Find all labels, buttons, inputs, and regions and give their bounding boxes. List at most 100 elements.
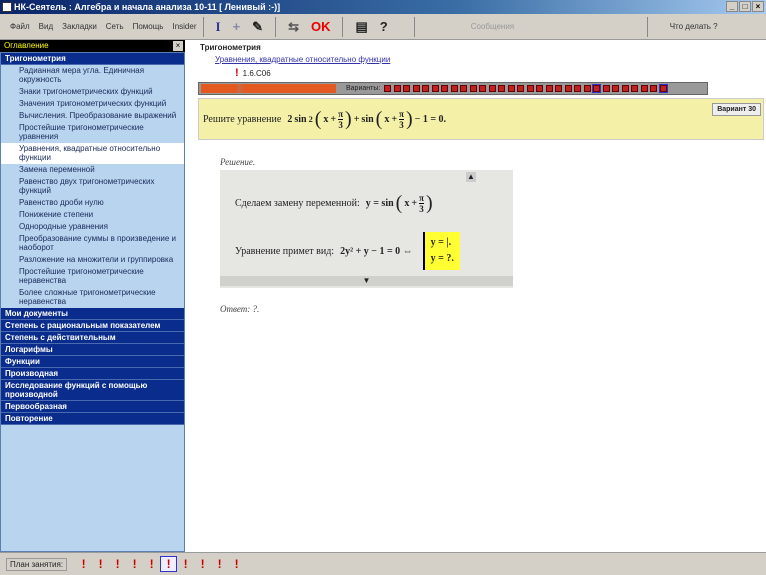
line2-math: 2y² + y − 1 = 0 ⇔ [340, 245, 413, 257]
breadcrumb-topic-link[interactable]: Уравнения, квадратные относительно функц… [215, 55, 390, 64]
variant-square[interactable] [621, 85, 629, 92]
sidebar-item[interactable]: Замена переменной [1, 164, 184, 176]
lesson-plan-item[interactable]: ! [109, 557, 126, 571]
variant-square[interactable] [592, 84, 602, 93]
sidebar-item[interactable]: Простейшие тригонометрические неравенств… [1, 266, 184, 287]
variant-square[interactable] [479, 85, 487, 92]
breadcrumb-task[interactable]: ! 1.6.С06 [235, 67, 271, 79]
variant-square[interactable] [403, 85, 411, 92]
variant-square[interactable] [650, 85, 658, 92]
variant-square[interactable] [564, 85, 572, 92]
variant-square[interactable] [488, 85, 496, 92]
help-button[interactable]: ? [380, 19, 388, 34]
lesson-plan-item[interactable]: ! [194, 557, 211, 571]
menu-view[interactable]: Вид [39, 22, 53, 31]
sidebar-section[interactable]: Степень с действительным [1, 332, 184, 344]
sidebar-close-button[interactable]: × [173, 41, 183, 51]
variant-square[interactable] [583, 85, 591, 92]
sidebar-section[interactable]: Повторение [1, 413, 184, 425]
variant-square[interactable] [536, 85, 544, 92]
sidebar-item[interactable]: Равенство дроби нулю [1, 197, 184, 209]
variant-square[interactable] [526, 85, 534, 92]
minimize-button[interactable]: _ [726, 1, 738, 12]
messages-field[interactable]: Сообщения [471, 22, 641, 31]
lesson-plan-item[interactable]: ! [160, 556, 178, 572]
sidebar-item[interactable]: Преобразование суммы в произведение и на… [1, 233, 184, 254]
paren: ) [405, 107, 413, 130]
variant-square[interactable] [555, 85, 563, 92]
variant-square[interactable] [384, 85, 392, 92]
sidebar-item[interactable]: Вычисления. Преобразование выражений [1, 110, 184, 122]
lesson-plan-item[interactable]: ! [143, 557, 160, 571]
variant-square[interactable] [545, 85, 553, 92]
lesson-plan-item[interactable]: ! [92, 557, 109, 571]
progress-bar [201, 84, 336, 93]
add-button[interactable]: + [233, 19, 241, 34]
lesson-plan-item[interactable]: ! [211, 557, 228, 571]
variant-square[interactable] [507, 85, 515, 92]
lesson-plan-item[interactable]: ! [177, 557, 194, 571]
scroll-down-button[interactable]: ▼ [220, 276, 513, 286]
variant-square[interactable] [412, 85, 420, 92]
sidebar-section-current[interactable]: Тригонометрия [1, 53, 184, 65]
sidebar-section[interactable]: Производная [1, 368, 184, 380]
ok-button[interactable]: OK [311, 19, 331, 34]
sidebar-item[interactable]: Однородные уравнения [1, 221, 184, 233]
menu-bookmarks[interactable]: Закладки [62, 22, 97, 31]
lesson-plan-item[interactable]: ! [228, 557, 245, 571]
sidebar-item[interactable]: Радианная мера угла. Единичная окружност… [1, 65, 184, 86]
variant-square[interactable] [469, 85, 477, 92]
sidebar-item[interactable]: Равенство двух тригонометрических функци… [1, 176, 184, 197]
sidebar-section[interactable]: Функции [1, 356, 184, 368]
variant-square[interactable] [498, 85, 506, 92]
variant-square[interactable] [612, 85, 620, 92]
sidebar-item[interactable]: Знаки тригонометрических функций [1, 86, 184, 98]
printer-icon[interactable]: ▤ [355, 19, 367, 35]
menu-insider[interactable]: Insider [172, 22, 196, 31]
variant-square[interactable] [422, 85, 430, 92]
sidebar-section[interactable]: Первообразная [1, 401, 184, 413]
lesson-plan-item[interactable]: ! [75, 557, 92, 571]
sidebar-section[interactable]: Мои документы [1, 308, 184, 320]
close-button[interactable]: × [752, 1, 764, 12]
what-to-do-button[interactable]: Что делать ? [670, 22, 718, 31]
variant-square[interactable] [640, 85, 648, 92]
system-input-1[interactable]: y = |. [431, 235, 454, 251]
sidebar-section[interactable]: Исследование функций с помощью производн… [1, 380, 184, 401]
sidebar-item[interactable]: Разложение на множители и группировка [1, 254, 184, 266]
sidebar-item[interactable]: Значения тригонометрических функций [1, 98, 184, 110]
variant-square[interactable] [431, 85, 439, 92]
sidebar-item[interactable]: Простейшие тригонометрические уравнения [1, 122, 184, 143]
frac-num: π [419, 193, 424, 204]
swap-icon[interactable]: ⇆ [288, 19, 299, 35]
variant-square[interactable] [517, 85, 525, 92]
maximize-button[interactable]: □ [739, 1, 751, 12]
variant-square[interactable] [658, 84, 668, 93]
sidebar-section[interactable]: Степень с рациональным показателем [1, 320, 184, 332]
menu-help[interactable]: Помощь [133, 22, 164, 31]
system-input-2[interactable]: y = ?. [431, 251, 454, 267]
answer-system[interactable]: y = |. y = ?. [422, 232, 460, 270]
title-bar: НК-Сеятель : Алгебра и начала анализа 10… [0, 0, 766, 14]
variant-square[interactable] [574, 85, 582, 92]
sidebar-section[interactable]: Логарифмы [1, 344, 184, 356]
lesson-plan-item[interactable]: ! [126, 557, 143, 571]
variant-square[interactable] [460, 85, 468, 92]
info-button[interactable]: I [216, 19, 221, 35]
variant-square[interactable] [393, 85, 401, 92]
sidebar-item[interactable]: Понижение степени [1, 209, 184, 221]
menu-file[interactable]: Файл [10, 22, 30, 31]
scroll-up-button[interactable]: ▲ [466, 172, 476, 182]
sidebar-item[interactable]: Уравнения, квадратные относительно функц… [1, 143, 184, 164]
breadcrumb-root[interactable]: Тригонометрия [200, 43, 261, 52]
menu-network[interactable]: Сеть [106, 22, 124, 31]
task-panel: Решите уравнение 2 sin 2(x + π 3) + sin(x + π 3) − … [198, 98, 764, 140]
variant-square[interactable] [602, 85, 610, 92]
variant-square[interactable] [631, 85, 639, 92]
separator [646, 16, 648, 37]
sidebar-item[interactable]: Более сложные тригонометрические неравен… [1, 287, 184, 308]
edit-icon[interactable]: ✎ [252, 19, 263, 35]
variant-square[interactable] [450, 85, 458, 92]
line1-math: y = sin(x + π 3) [366, 192, 433, 215]
variant-square[interactable] [441, 85, 449, 92]
